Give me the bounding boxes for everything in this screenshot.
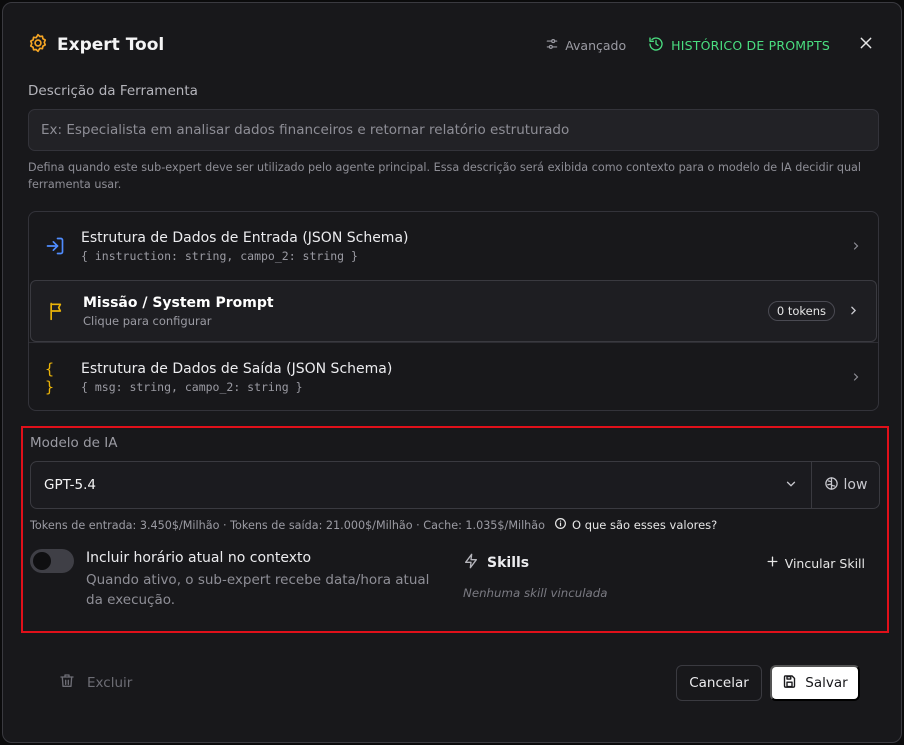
input-schema-row[interactable]: Estrutura de Dados de Entrada (JSON Sche… (29, 212, 878, 280)
dialog-header: Expert Tool Avançado HISTÓRICO DE PROMPT… (28, 31, 876, 59)
include-time-title: Incluir horário atual no contexto (86, 550, 312, 566)
input-schema-preview: { instruction: string, campo_2: string } (81, 248, 358, 263)
include-time-toggle[interactable] (30, 549, 74, 573)
model-select[interactable]: GPT-5.4 (30, 461, 812, 509)
title-wrap: Expert Tool (28, 33, 164, 57)
header-actions: Avançado HISTÓRICO DE PROMPTS (545, 35, 876, 55)
close-icon (858, 35, 874, 55)
schema-sections: Estrutura de Dados de Entrada (JSON Sche… (28, 211, 879, 411)
link-skill-button[interactable]: Vincular Skill (766, 555, 865, 571)
save-button[interactable]: Salvar (770, 665, 860, 701)
plus-icon (766, 555, 779, 571)
skills-header: Skills (463, 553, 529, 573)
chevron-down-icon (784, 476, 798, 495)
sliders-icon (545, 37, 559, 54)
reasoning-effort-button[interactable]: low (811, 461, 880, 509)
description-label: Descrição da Ferramenta (28, 83, 198, 99)
expert-tool-dialog: Expert Tool Avançado HISTÓRICO DE PROMPT… (2, 2, 902, 743)
save-label: Salvar (805, 675, 848, 691)
link-skill-label: Vincular Skill (784, 555, 865, 571)
chevron-right-icon (850, 368, 862, 387)
reasoning-effort-value: low (843, 477, 868, 493)
lightning-icon (463, 553, 479, 573)
chevron-right-icon (850, 237, 862, 256)
info-icon (554, 517, 567, 533)
braces-icon-glyph: { } (45, 359, 57, 396)
system-prompt-text: Missão / System Prompt Clique para confi… (83, 295, 274, 328)
no-skill-message: Nenhuma skill vinculada (463, 586, 608, 600)
model-selected-value: GPT-5.4 (44, 477, 96, 493)
flag-icon (47, 301, 75, 321)
pricing-help-label: O que são esses valores? (571, 518, 718, 532)
output-schema-row[interactable]: { } Estrutura de Dados de Saída (JSON Sc… (29, 342, 878, 412)
system-prompt-row[interactable]: Missão / System Prompt Clique para confi… (30, 280, 877, 342)
history-icon (648, 36, 664, 55)
cancel-button[interactable]: Cancelar (676, 665, 762, 701)
braces-icon: { } (45, 360, 73, 396)
gear-cog-icon (28, 33, 48, 57)
chevron-right-icon (847, 302, 860, 321)
advanced-label: Avançado (565, 37, 627, 53)
brain-icon (824, 476, 839, 495)
output-schema-preview: { msg: string, campo_2: string } (81, 380, 303, 394)
pricing-text: Tokens de entrada: 3.450$/Milhão · Token… (30, 518, 545, 532)
save-floppy-icon (782, 674, 797, 693)
include-time-description: Quando ativo, o sub-expert recebe data/h… (86, 572, 430, 608)
input-schema-title: Estrutura de Dados de Entrada (JSON Sche… (81, 229, 409, 246)
delete-button[interactable]: Excluir (59, 673, 132, 693)
description-help: Defina quando este sub-expert deve ser u… (28, 161, 862, 191)
dialog-title: Expert Tool (57, 35, 165, 55)
skills-title: Skills (487, 555, 530, 571)
system-prompt-subtitle: Clique para configurar (83, 313, 212, 328)
system-prompt-right: 0 tokens (767, 301, 860, 321)
input-schema-text: Estrutura de Dados de Entrada (JSON Sche… (81, 230, 409, 263)
token-count-badge: 0 tokens (767, 301, 835, 321)
output-schema-title: Estrutura de Dados de Saída (JSON Schema… (81, 361, 393, 377)
output-schema-text: Estrutura de Dados de Saída (JSON Schema… (81, 361, 392, 394)
toggle-knob (33, 552, 51, 570)
delete-label: Excluir (87, 675, 133, 691)
output-schema-right (850, 368, 862, 387)
close-button[interactable] (856, 35, 876, 55)
model-label: Modelo de IA (30, 435, 118, 451)
prompt-history-label: HISTÓRICO DE PROMPTS (671, 37, 830, 53)
pricing-help-link[interactable]: O que são esses valores? (554, 517, 717, 533)
system-prompt-title: Missão / System Prompt (83, 294, 274, 311)
advanced-button[interactable]: Avançado (545, 37, 626, 54)
input-schema-right (850, 237, 862, 256)
pricing-info: Tokens de entrada: 3.450$/Milhão · Token… (30, 517, 717, 533)
description-input[interactable] (28, 109, 879, 151)
prompt-history-button[interactable]: HISTÓRICO DE PROMPTS (648, 36, 830, 55)
login-arrow-icon (45, 236, 73, 256)
trash-icon (59, 673, 75, 693)
